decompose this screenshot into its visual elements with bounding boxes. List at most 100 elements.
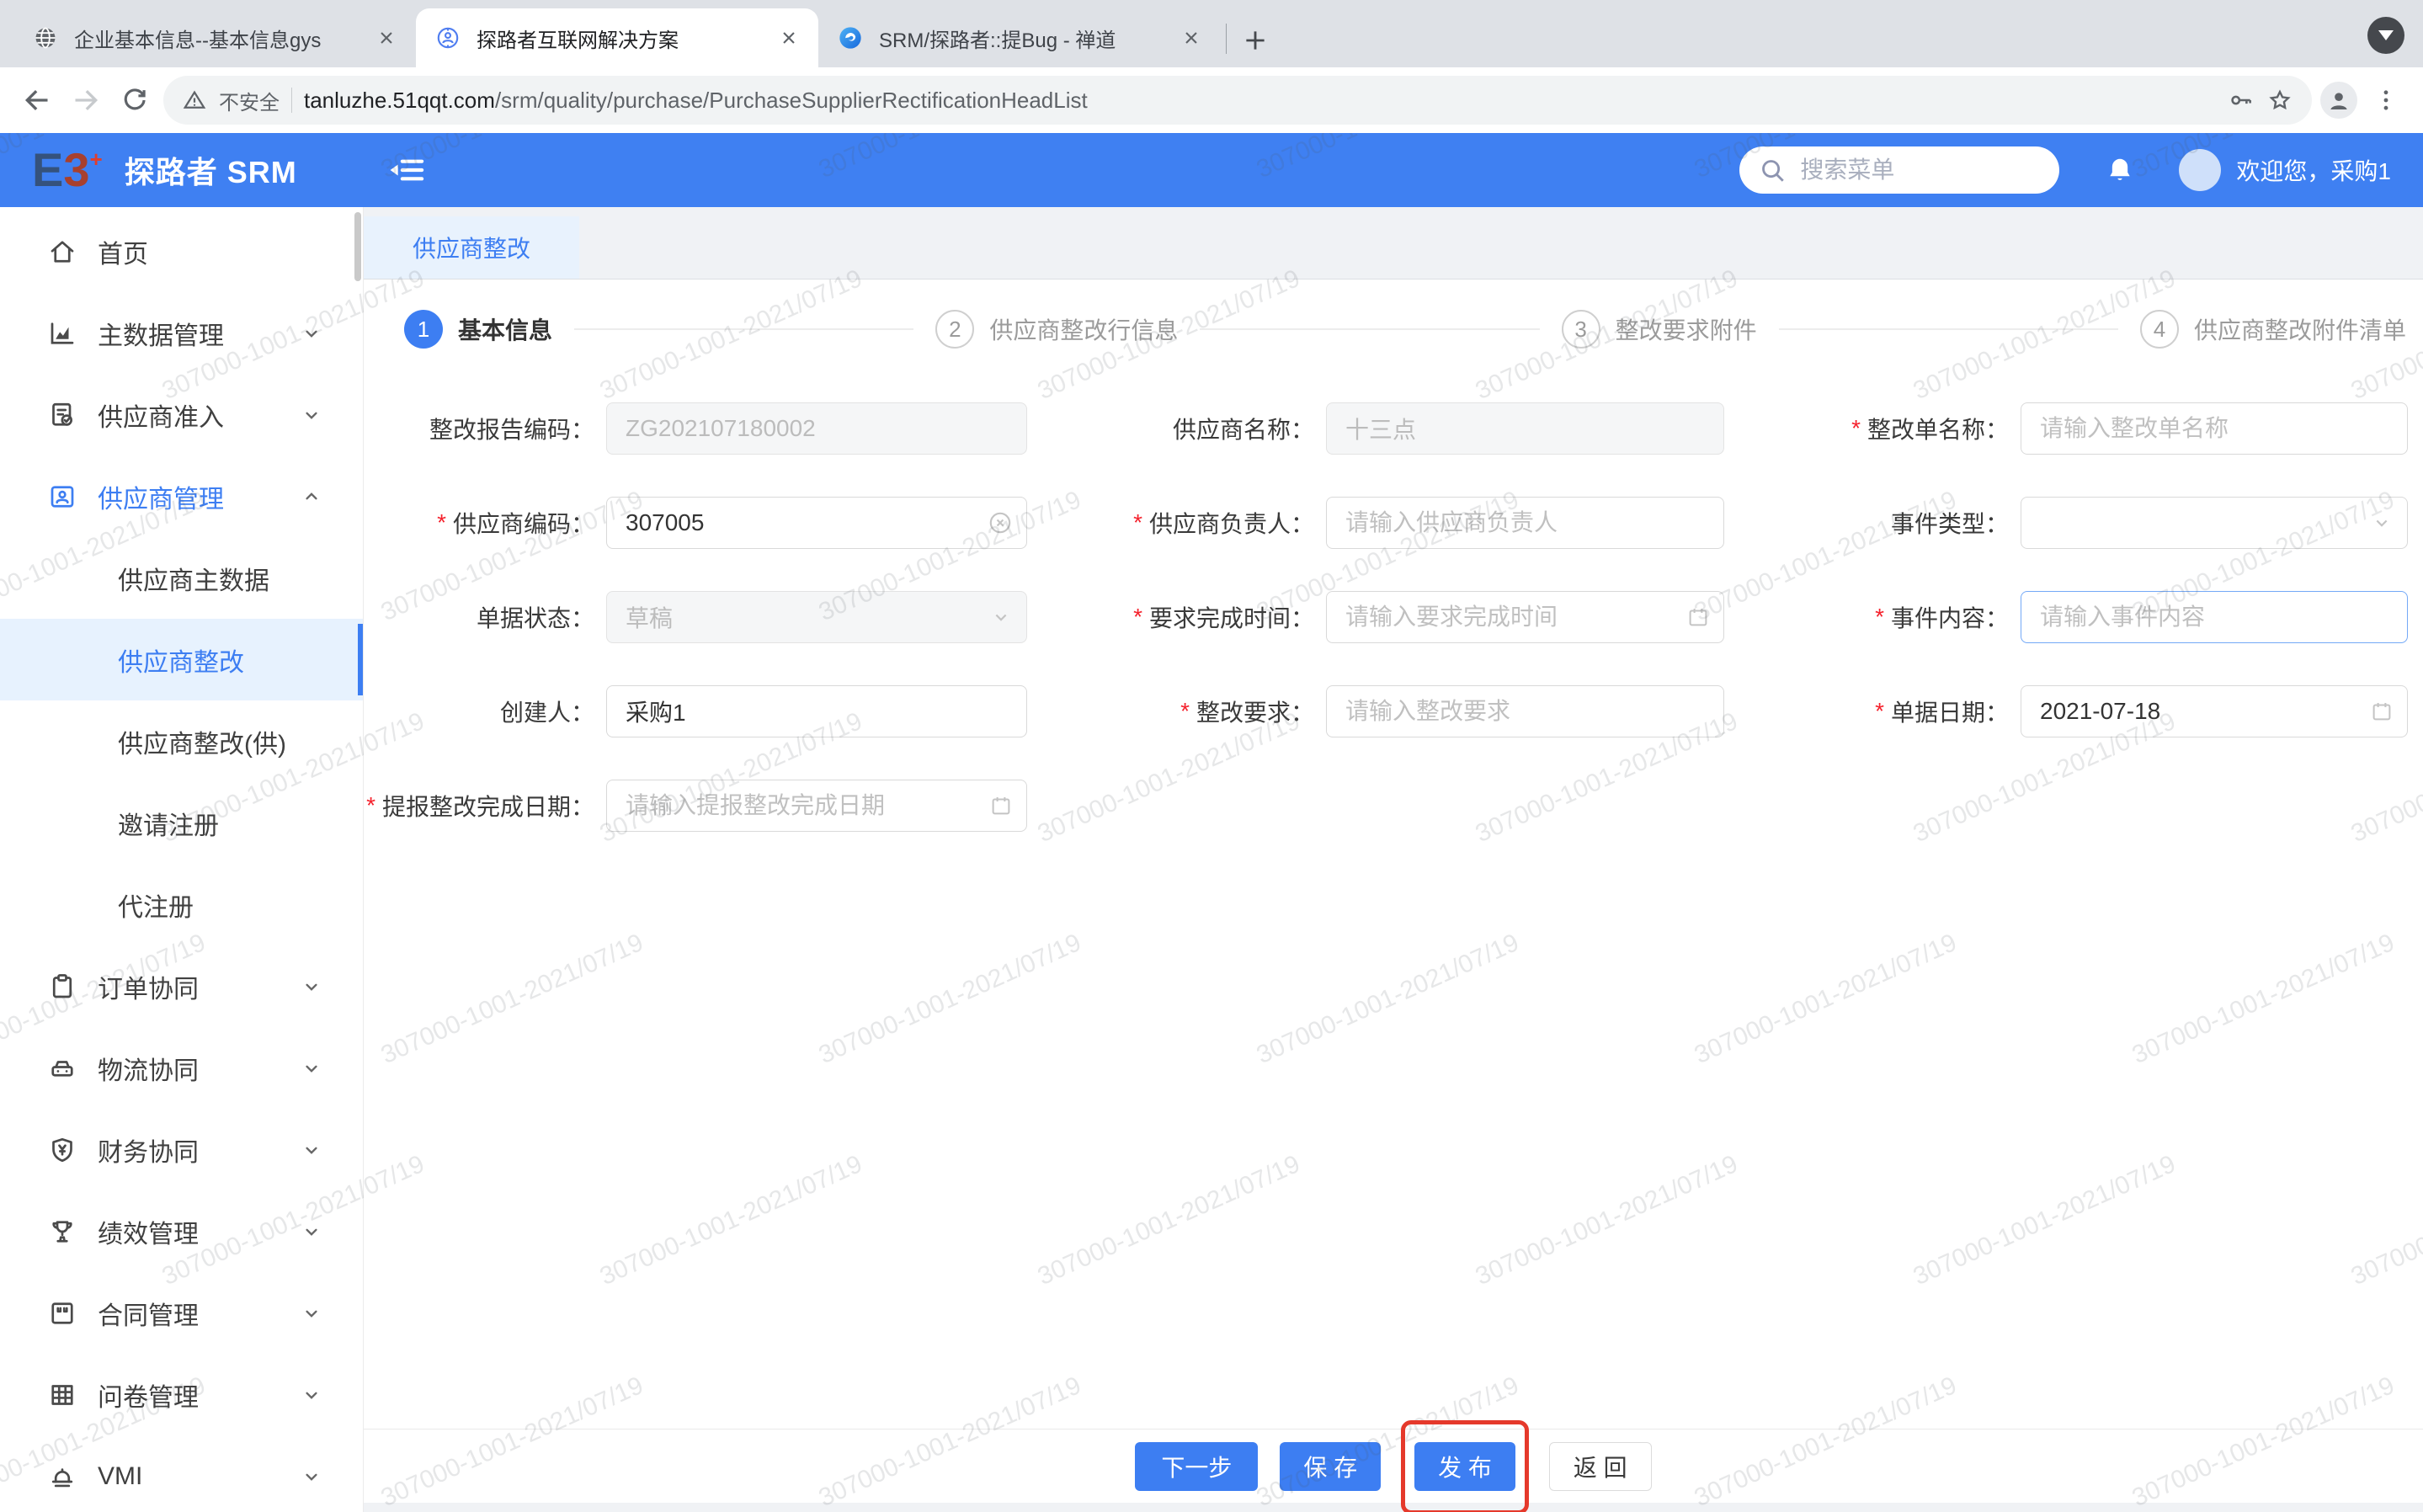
notification-bell-icon[interactable] bbox=[2105, 155, 2135, 185]
clear-icon[interactable] bbox=[987, 509, 1014, 536]
chevron-down-icon bbox=[301, 976, 322, 998]
field-creator: 创建人： bbox=[392, 685, 1066, 737]
new-tab-button[interactable] bbox=[1232, 17, 1279, 64]
event-type-select[interactable] bbox=[2021, 497, 2408, 549]
page-tab-supplier-rectification[interactable]: 供应商整改 bbox=[364, 216, 579, 279]
shield-yen-icon bbox=[47, 1135, 77, 1165]
sidebar-item-home[interactable]: 首页 bbox=[0, 210, 363, 292]
sidebar-item-master-data[interactable]: 主数据管理 bbox=[0, 292, 363, 374]
field-supplier-code: *供应商编码： bbox=[392, 497, 1066, 549]
creator-input[interactable] bbox=[606, 685, 1027, 737]
chevron-down-icon bbox=[301, 404, 322, 426]
key-icon[interactable] bbox=[2228, 87, 2255, 114]
menu-search-box[interactable] bbox=[1739, 146, 2059, 194]
app-title: 探路者 SRM bbox=[125, 148, 297, 192]
sidebar-item-supplier-management[interactable]: 供应商管理 bbox=[0, 455, 363, 537]
chart-icon bbox=[47, 318, 77, 349]
sidebar-item-supplier-rectification[interactable]: 供应商整改 bbox=[0, 619, 363, 700]
sidebar-item-proxy-register[interactable]: 代注册 bbox=[0, 864, 363, 945]
chevron-down-icon[interactable] bbox=[988, 604, 1014, 630]
calendar-icon[interactable] bbox=[2369, 699, 2394, 724]
rectification-requirement-input[interactable] bbox=[1326, 685, 1724, 737]
e3-logo: E3+ bbox=[32, 146, 103, 194]
globe-icon bbox=[32, 24, 59, 51]
trophy-icon bbox=[47, 1217, 77, 1247]
doc-date-input[interactable] bbox=[2021, 685, 2408, 737]
tab-separator bbox=[1226, 24, 1227, 54]
chevron-down-icon[interactable] bbox=[2369, 510, 2394, 535]
publish-button[interactable]: 发 布 bbox=[1414, 1442, 1515, 1491]
step-connector bbox=[1779, 328, 2118, 330]
sidebar: 首页 主数据管理 供应商准入 供应商管理 供应商主数据 供应商整改 bbox=[0, 207, 364, 1512]
field-supplier-name: 供应商名称： bbox=[1066, 402, 1739, 455]
sidebar-scrollbar[interactable] bbox=[354, 212, 361, 281]
field-doc-date: *单据日期： bbox=[1739, 685, 2413, 737]
field-report-code: 整改报告编码： bbox=[392, 402, 1066, 455]
close-icon[interactable] bbox=[375, 27, 397, 49]
field-event-content: *事件内容： bbox=[1739, 591, 2413, 643]
chevron-up-icon bbox=[301, 486, 322, 508]
report-finish-date-input[interactable] bbox=[606, 780, 1027, 832]
form-panel: 1 基本信息 2 供应商整改行信息 3 整改要求附件 4 bbox=[364, 280, 2423, 1429]
omnibox-separator bbox=[291, 88, 292, 113]
event-content-input[interactable] bbox=[2021, 591, 2408, 643]
rectification-name-input[interactable] bbox=[2021, 402, 2408, 455]
sidebar-item-vmi[interactable]: VMI bbox=[0, 1435, 363, 1512]
close-icon[interactable] bbox=[1180, 27, 1202, 49]
next-step-button[interactable]: 下一步 bbox=[1135, 1442, 1258, 1491]
search-input[interactable] bbox=[1798, 156, 2041, 184]
step-3[interactable]: 3 整改要求附件 bbox=[1562, 310, 1757, 349]
browser-profile-avatar[interactable] bbox=[2320, 82, 2357, 119]
chevron-down-icon bbox=[2378, 30, 2394, 40]
compass-icon bbox=[434, 24, 461, 51]
browser-urlbar: 不安全 tanluzhe.51qqt.com/srm/quality/purch… bbox=[0, 67, 2423, 133]
step-2[interactable]: 2 供应商整改行信息 bbox=[935, 310, 1178, 349]
calendar-icon[interactable] bbox=[1685, 604, 1711, 630]
step-connector bbox=[574, 328, 913, 330]
calendar-icon[interactable] bbox=[988, 793, 1014, 818]
supplier-manager-input[interactable] bbox=[1326, 497, 1724, 549]
browser-tab-2[interactable]: 探路者互联网解决方案 bbox=[416, 8, 818, 67]
field-required-finish-time: *要求完成时间： bbox=[1066, 591, 1739, 643]
browser-tab-3[interactable]: SRM/探路者::提Bug - 禅道 bbox=[818, 8, 1221, 67]
step-4[interactable]: 4 供应商整改附件清单 bbox=[2140, 310, 2406, 349]
sidebar-item-supplier-master-data[interactable]: 供应商主数据 bbox=[0, 537, 363, 619]
field-supplier-manager: *供应商负责人： bbox=[1066, 497, 1739, 549]
sidebar-item-finance-collab[interactable]: 财务协同 bbox=[0, 1109, 363, 1190]
home-icon bbox=[47, 237, 77, 267]
sidebar-item-performance[interactable]: 绩效管理 bbox=[0, 1190, 363, 1272]
browser-menu-icon[interactable] bbox=[2366, 80, 2406, 120]
required-finish-time-input[interactable] bbox=[1326, 591, 1724, 643]
sidebar-collapse-icon[interactable] bbox=[388, 153, 425, 187]
field-rectification-name: *整改单名称： bbox=[1739, 402, 2413, 455]
truck-icon bbox=[47, 1053, 77, 1083]
doc-status-select[interactable] bbox=[606, 591, 1027, 643]
supplier-name-input[interactable] bbox=[1326, 402, 1724, 455]
sidebar-item-questionnaire[interactable]: 问卷管理 bbox=[0, 1354, 363, 1435]
reload-button[interactable] bbox=[114, 80, 155, 120]
sidebar-item-supplier-rectification-sup[interactable]: 供应商整改(供) bbox=[0, 700, 363, 782]
sidebar-item-order-collab[interactable]: 订单协同 bbox=[0, 945, 363, 1027]
bookmark-star-icon[interactable] bbox=[2266, 87, 2293, 114]
step-1[interactable]: 1 基本信息 bbox=[404, 310, 552, 349]
back-button[interactable] bbox=[17, 80, 57, 120]
sidebar-item-logistics-collab[interactable]: 物流协同 bbox=[0, 1027, 363, 1109]
forward-button[interactable] bbox=[66, 80, 106, 120]
save-button[interactable]: 保 存 bbox=[1280, 1442, 1381, 1491]
sidebar-item-invite-register[interactable]: 邀请注册 bbox=[0, 782, 363, 864]
report-code-input[interactable] bbox=[606, 402, 1027, 455]
warning-triangle-icon[interactable] bbox=[182, 88, 207, 113]
tab-search-button[interactable] bbox=[2367, 17, 2404, 54]
close-icon[interactable] bbox=[778, 27, 800, 49]
browser-tab-1[interactable]: 企业基本信息--基本信息gys bbox=[13, 8, 416, 67]
welcome-text: 欢迎您，采购1 bbox=[2236, 153, 2391, 187]
app-header: E3+ 探路者 SRM 欢迎您，采购1 bbox=[0, 133, 2423, 207]
url-omnibox[interactable]: 不安全 tanluzhe.51qqt.com/srm/quality/purch… bbox=[163, 76, 2312, 125]
supplier-code-input[interactable] bbox=[606, 497, 1027, 549]
sidebar-item-contract[interactable]: 合同管理 bbox=[0, 1272, 363, 1354]
publish-button-wrap: 发 布 bbox=[1414, 1442, 1515, 1491]
return-button[interactable]: 返 回 bbox=[1549, 1442, 1652, 1491]
url-text[interactable]: tanluzhe.51qqt.com/srm/quality/purchase/… bbox=[304, 88, 2216, 114]
user-avatar[interactable] bbox=[2179, 149, 2221, 191]
sidebar-item-supplier-access[interactable]: 供应商准入 bbox=[0, 374, 363, 455]
